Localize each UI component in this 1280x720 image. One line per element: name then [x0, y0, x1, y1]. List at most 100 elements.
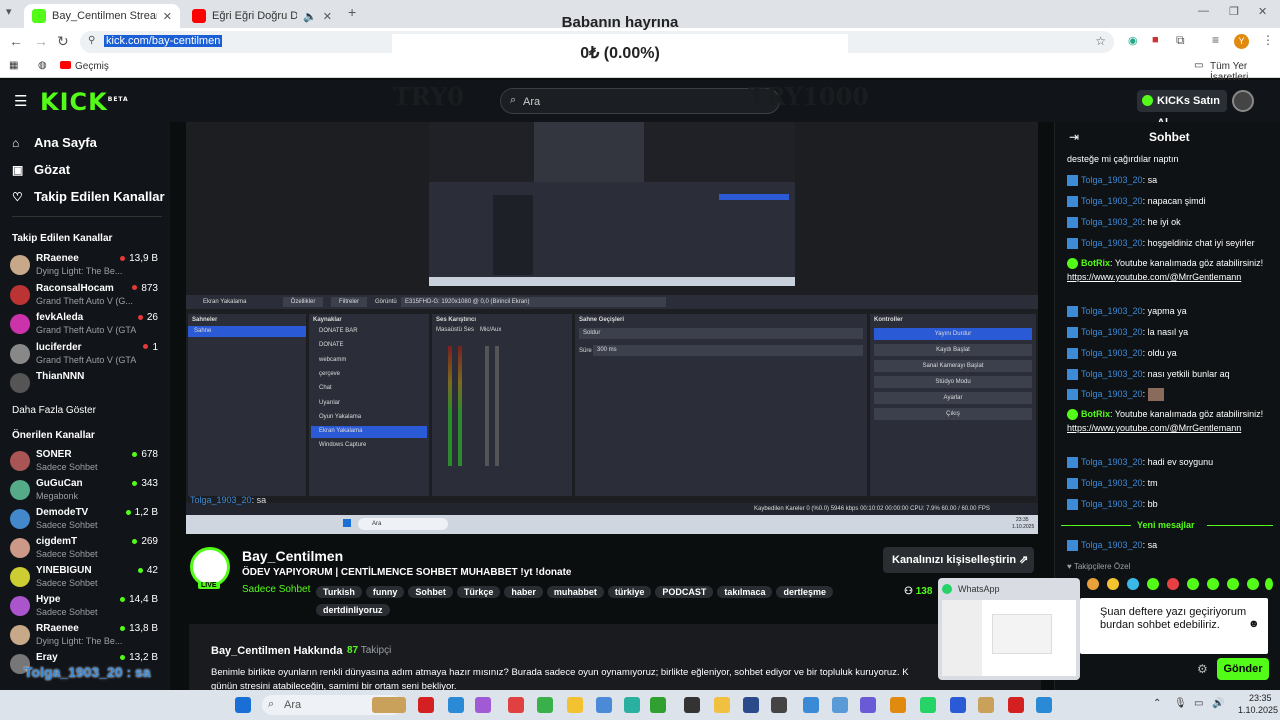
kick-logo[interactable]: KICKBETA — [40, 88, 129, 116]
stream-tag[interactable]: Sohbet — [408, 586, 453, 598]
obs-source-item[interactable]: Uyarılar — [319, 400, 340, 406]
close-tab-icon[interactable]: ✕ — [323, 10, 332, 23]
emote-bar[interactable] — [1067, 578, 1273, 592]
extension-icon[interactable]: ◉ — [1128, 34, 1138, 47]
stream-tag[interactable]: takılmaca — [717, 586, 773, 598]
stream-tag[interactable]: türkiye — [607, 586, 652, 598]
media-control-icon[interactable]: ≡ — [1212, 33, 1219, 47]
show-more-link[interactable]: Daha Fazla Göster — [12, 405, 96, 416]
stream-tag[interactable]: muhabbet — [546, 586, 604, 598]
streamer-name[interactable]: Bay_Centilmen — [242, 548, 343, 564]
channel-item[interactable]: DemodeTV Sadece Sohbet 1,2 B — [10, 507, 160, 535]
taskbar-app-icon[interactable] — [418, 697, 434, 713]
obs-source-item[interactable]: Chat — [319, 385, 332, 391]
emoji-icon[interactable]: ☻ — [1248, 618, 1260, 630]
collapse-chat-icon[interactable]: ⇥ — [1069, 130, 1079, 144]
whatsapp-message-toast[interactable]: Şuan deftere yazı geçiriyorum burdan soh… — [1080, 598, 1268, 654]
chat-settings-icon[interactable]: ⚙ — [1197, 662, 1208, 676]
taskbar-app-icon[interactable] — [714, 697, 730, 713]
chat-username[interactable]: Tolga_1903_20 — [1081, 348, 1143, 358]
chat-username[interactable]: Tolga_1903_20 — [1081, 175, 1143, 185]
site-info-icon[interactable]: ⚲ — [88, 35, 95, 46]
maximize-icon[interactable]: ❐ — [1229, 5, 1239, 18]
taskbar-app-icon[interactable] — [650, 697, 666, 713]
menu-kebab-icon[interactable]: ⋮ — [1262, 33, 1274, 47]
nav-browse[interactable]: ▣ Gözat — [12, 162, 70, 177]
taskbar-date[interactable]: 1.10.2025 — [1238, 705, 1278, 715]
stream-tag[interactable]: Türkçe — [456, 586, 501, 598]
chat-username[interactable]: Tolga_1903_20 — [1081, 217, 1143, 227]
stream-tag[interactable]: PODCAST — [655, 586, 714, 598]
obs-source-item[interactable]: Windows Capture — [319, 442, 366, 448]
obs-control-button[interactable]: Sanal Kamerayı Başlat — [874, 360, 1032, 372]
nav-following[interactable]: ♡ Takip Edilen Kanallar — [12, 189, 165, 204]
obs-source-item[interactable]: webcamm — [319, 357, 346, 363]
taskbar-app-icon[interactable] — [890, 697, 906, 713]
apps-grid-icon[interactable]: ▦ — [9, 60, 18, 71]
windows-start-icon[interactable] — [235, 697, 251, 713]
taskbar-app-icon[interactable] — [860, 697, 876, 713]
profile-avatar[interactable]: Y — [1234, 34, 1249, 49]
taskbar-app-icon[interactable] — [950, 697, 966, 713]
extension-icon[interactable]: ■ — [1152, 34, 1159, 46]
taskbar-app-icon[interactable] — [743, 697, 759, 713]
channel-item[interactable]: GuGuCan Megabonk 343 — [10, 478, 160, 506]
video-player[interactable]: Ekran Yakalama Özellikler Filtreler Görü… — [186, 122, 1038, 534]
globe-icon[interactable]: ◍ — [38, 60, 47, 71]
channel-item[interactable]: RRaenee Dying Light: The Be... 13,9 B — [10, 253, 160, 281]
bookmark-history[interactable]: Geçmiş — [75, 61, 109, 72]
new-tab-icon[interactable]: + — [348, 4, 356, 20]
obs-duration-input[interactable]: 300 ms — [593, 345, 863, 356]
stream-tag[interactable]: dertleşme — [776, 586, 833, 598]
obs-control-button[interactable]: Stüdyo Modu — [874, 376, 1032, 388]
taskbar-app-icon[interactable] — [920, 697, 936, 713]
extensions-puzzle-icon[interactable]: ⧉ — [1176, 33, 1185, 48]
taskbar-app-icon[interactable] — [537, 697, 553, 713]
send-button[interactable]: Gönder — [1217, 658, 1269, 680]
obs-source-item[interactable]: DONATE BAR — [319, 328, 358, 334]
taskbar-app-icon[interactable] — [372, 697, 406, 713]
taskbar-app-icon[interactable] — [508, 697, 524, 713]
nav-home[interactable]: ⌂ Ana Sayfa — [12, 135, 97, 150]
obs-control-button[interactable]: Çıkış — [874, 408, 1032, 420]
volume-icon[interactable]: 🔊 — [1212, 698, 1224, 709]
obs-source-item[interactable]: Ekran Yakalama — [319, 428, 362, 434]
channel-item[interactable]: SONER Sadece Sohbet 678 — [10, 449, 160, 477]
whatsapp-taskbar-preview[interactable]: WhatsApp — [938, 578, 1080, 680]
obs-filters-button[interactable]: Filtreler — [331, 297, 367, 307]
word-taskbar-icon[interactable] — [1036, 697, 1052, 713]
channel-item[interactable]: cigdemT Sadece Sohbet 269 — [10, 536, 160, 564]
customize-channel-button[interactable]: Kanalınızı kişiselleştirin ⇗ — [883, 547, 1034, 573]
taskbar-app-icon[interactable] — [771, 697, 787, 713]
forward-icon[interactable]: → — [34, 33, 48, 49]
channel-item[interactable]: fevkAleda Grand Theft Auto V (GTA) 26 — [10, 312, 160, 340]
taskbar-app-icon[interactable] — [624, 697, 640, 713]
user-avatar[interactable] — [1232, 90, 1254, 112]
chat-username[interactable]: Tolga_1903_20 — [1081, 457, 1143, 467]
obs-source-item[interactable]: Oyun Yakalama — [319, 414, 361, 420]
obs-source-item[interactable]: DONATE — [319, 342, 344, 348]
chat-username[interactable]: Tolga_1903_20 — [1081, 389, 1143, 399]
minimize-icon[interactable]: — — [1198, 5, 1209, 17]
obs-control-button[interactable]: Yayını Durdur — [874, 328, 1032, 340]
network-icon[interactable]: ▭ — [1194, 698, 1203, 709]
hamburger-menu-icon[interactable]: ☰ — [14, 92, 27, 110]
taskbar-app-icon[interactable] — [596, 697, 612, 713]
stream-category[interactable]: Sadece Sohbet — [242, 584, 310, 595]
tray-chevron-icon[interactable]: ⌃ — [1153, 698, 1161, 709]
url-text[interactable]: kick.com/bay-centilmen — [104, 35, 223, 47]
chat-username[interactable]: Tolga_1903_20 — [1081, 369, 1143, 379]
search-input[interactable]: ⌕ Ara — [500, 88, 780, 114]
back-icon[interactable]: ← — [9, 33, 23, 49]
close-tab-icon[interactable]: ✕ — [163, 10, 172, 23]
channel-item[interactable]: RRaenee Dying Light: The Be... 13,8 B — [10, 623, 160, 651]
obs-display-select[interactable]: E315FHD-G: 1920x1080 @ 0,0 (Birincil Ekr… — [401, 297, 666, 307]
close-window-icon[interactable]: ✕ — [1258, 5, 1267, 18]
taskbar-app-icon[interactable] — [832, 697, 848, 713]
taskbar-app-icon[interactable] — [567, 697, 583, 713]
buy-kicks-button[interactable]: KICKs Satın Al — [1137, 90, 1227, 129]
chat-username[interactable]: BotRix — [1081, 258, 1110, 268]
taskbar-app-icon[interactable] — [978, 697, 994, 713]
stream-tag[interactable]: funny — [365, 586, 405, 598]
chat-username[interactable]: Tolga_1903_20 — [1081, 327, 1143, 337]
